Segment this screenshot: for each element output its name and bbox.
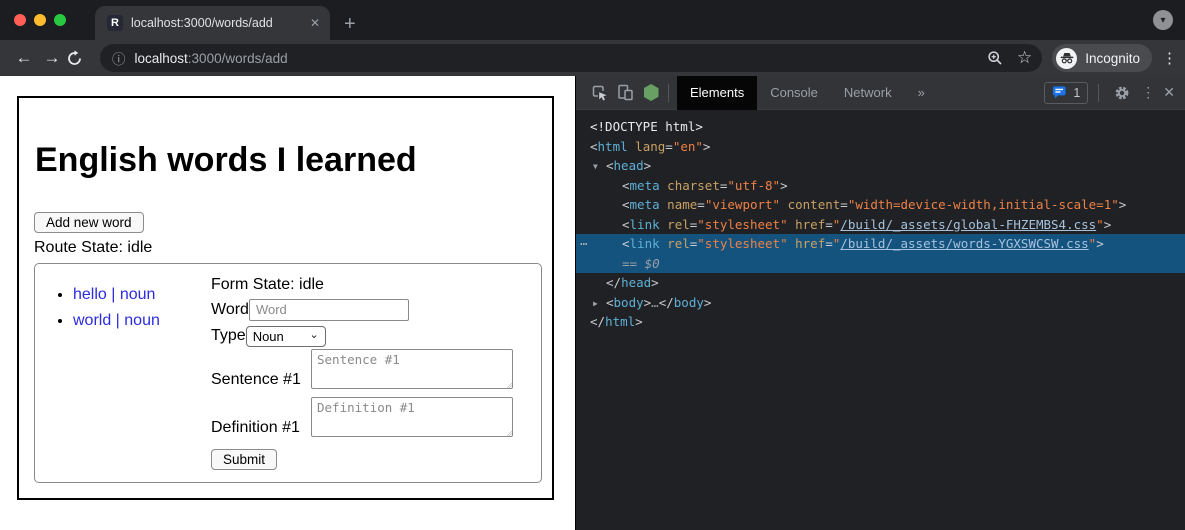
- page-title: English words I learned: [35, 142, 542, 179]
- close-window-button[interactable]: [14, 14, 26, 26]
- elements-tree: <!DOCTYPE html><html lang="en">▼<head><m…: [576, 110, 1185, 530]
- back-button[interactable]: ←: [10, 48, 38, 68]
- page-container: English words I learned Add new word Rou…: [17, 96, 554, 500]
- url-host: localhost: [135, 51, 188, 66]
- browser-toolbar: ← → ⓘ localhost:3000/words/add ☆: [0, 40, 1185, 76]
- devtools-tab-console[interactable]: Console: [757, 76, 831, 110]
- inspect-element-button[interactable]: [586, 80, 612, 106]
- issues-icon: [1052, 85, 1067, 100]
- tab-close-icon[interactable]: ✕: [310, 16, 320, 30]
- incognito-icon: [1056, 48, 1077, 69]
- line-gutter-menu-icon[interactable]: ⋯: [580, 234, 588, 254]
- definition-textarea[interactable]: [311, 397, 513, 437]
- devtools-toolbar: ElementsConsoleNetwork» 1: [576, 76, 1185, 110]
- devtools-tab-more-tabs[interactable]: »: [905, 76, 938, 110]
- browser-tab[interactable]: R localhost:3000/words/add ✕: [95, 6, 330, 40]
- device-toolbar-icon: [617, 84, 634, 101]
- incognito-badge[interactable]: Incognito: [1052, 44, 1152, 72]
- tab-title: localhost:3000/words/add: [131, 16, 304, 30]
- tab-search-button[interactable]: ▾: [1153, 10, 1173, 30]
- expand-arrow-down-icon[interactable]: ▼: [593, 157, 606, 177]
- url-text: localhost:3000/words/add: [135, 51, 973, 66]
- sentence-label: Sentence #1: [211, 371, 311, 389]
- devtools-close-button[interactable]: ✕: [1163, 84, 1175, 101]
- dom-tree-line[interactable]: <!DOCTYPE html>: [576, 117, 1185, 137]
- web-page: English words I learned Add new word Rou…: [0, 76, 575, 530]
- word-form: Form State: idle Word Type Noun ⌄: [211, 276, 513, 482]
- devtools-panel: ElementsConsoleNetwork» 1: [575, 76, 1185, 530]
- window-controls: [14, 14, 66, 26]
- dom-tree-line[interactable]: ⋯<link rel="stylesheet" href="/build/_as…: [576, 234, 1185, 254]
- bookmark-star-icon[interactable]: ☆: [1017, 48, 1032, 68]
- browser-menu-button[interactable]: ⋮: [1162, 49, 1177, 67]
- url-path: :3000/words/add: [188, 51, 288, 66]
- inspect-icon: [591, 84, 608, 101]
- add-new-word-button[interactable]: Add new word: [34, 212, 144, 233]
- dom-tree-line[interactable]: == $0: [576, 254, 1185, 274]
- content-area: English words I learned Add new word Rou…: [0, 76, 1185, 530]
- devtools-tab-network[interactable]: Network: [831, 76, 905, 110]
- dom-tree-line[interactable]: ▶<body>…</body>: [576, 293, 1185, 313]
- form-state-text: Form State: idle: [211, 276, 513, 294]
- gear-icon: [1114, 85, 1130, 101]
- dom-tree-line[interactable]: <meta name="viewport" content="width=dev…: [576, 195, 1185, 215]
- submit-button[interactable]: Submit: [211, 449, 277, 470]
- site-info-icon[interactable]: ⓘ: [112, 48, 126, 68]
- devtools-settings-button[interactable]: [1109, 80, 1135, 106]
- word-list-item: world | noun: [73, 308, 211, 334]
- dom-tree-line[interactable]: </head>: [576, 273, 1185, 293]
- devtools-tabs: ElementsConsoleNetwork»: [677, 76, 938, 110]
- address-bar[interactable]: ⓘ localhost:3000/words/add ☆: [100, 44, 1042, 72]
- forward-button[interactable]: →: [38, 48, 66, 68]
- word-label: Word: [211, 301, 249, 319]
- word-list-item: hello | noun: [73, 282, 211, 308]
- word-link[interactable]: hello | noun: [73, 286, 155, 303]
- toolbar-divider: [1098, 84, 1099, 102]
- toolbar-divider: [668, 84, 669, 102]
- word-list: hello | noun world | noun: [35, 282, 211, 482]
- reload-button[interactable]: [66, 50, 94, 67]
- word-input[interactable]: [249, 299, 409, 321]
- sentence-textarea[interactable]: [311, 349, 513, 389]
- zoom-window-button[interactable]: [54, 14, 66, 26]
- dom-tree-line[interactable]: <meta charset="utf-8">: [576, 176, 1185, 196]
- type-select-value: Noun: [253, 329, 310, 344]
- incognito-label: Incognito: [1085, 51, 1140, 66]
- type-select[interactable]: Noun ⌄: [246, 326, 326, 347]
- route-state-text: Route State: idle: [34, 239, 542, 257]
- definition-label: Definition #1: [211, 419, 311, 437]
- issues-button[interactable]: 1: [1044, 82, 1088, 104]
- dom-tree-line[interactable]: </html>: [576, 312, 1185, 332]
- zoom-icon[interactable]: [987, 50, 1003, 66]
- dom-tree-line[interactable]: <html lang="en">: [576, 137, 1185, 157]
- devtools-tab-elements[interactable]: Elements: [677, 76, 757, 110]
- node-extension-button[interactable]: [638, 80, 664, 106]
- word-link[interactable]: world | noun: [73, 312, 160, 329]
- devtools-menu-button[interactable]: ⋮: [1141, 84, 1155, 101]
- reload-icon: [66, 50, 83, 67]
- words-panel: hello | noun world | noun Form State: idl…: [34, 263, 542, 483]
- new-tab-button[interactable]: +: [344, 14, 356, 34]
- dom-tree-line[interactable]: ▼<head>: [576, 156, 1185, 176]
- chevron-down-icon: ⌄: [309, 328, 318, 341]
- device-toolbar-button[interactable]: [612, 80, 638, 106]
- expand-arrow-right-icon[interactable]: ▶: [593, 294, 606, 314]
- remix-favicon-icon: R: [107, 15, 123, 31]
- dom-tree-line[interactable]: <link rel="stylesheet" href="/build/_ass…: [576, 215, 1185, 235]
- node-hexagon-icon: [644, 84, 659, 101]
- issues-count: 1: [1073, 86, 1080, 100]
- type-label: Type: [211, 327, 246, 345]
- browser-window: R localhost:3000/words/add ✕ + ▾ ← → ⓘ l…: [0, 0, 1185, 530]
- minimize-window-button[interactable]: [34, 14, 46, 26]
- tab-strip: R localhost:3000/words/add ✕ + ▾: [0, 0, 1185, 40]
